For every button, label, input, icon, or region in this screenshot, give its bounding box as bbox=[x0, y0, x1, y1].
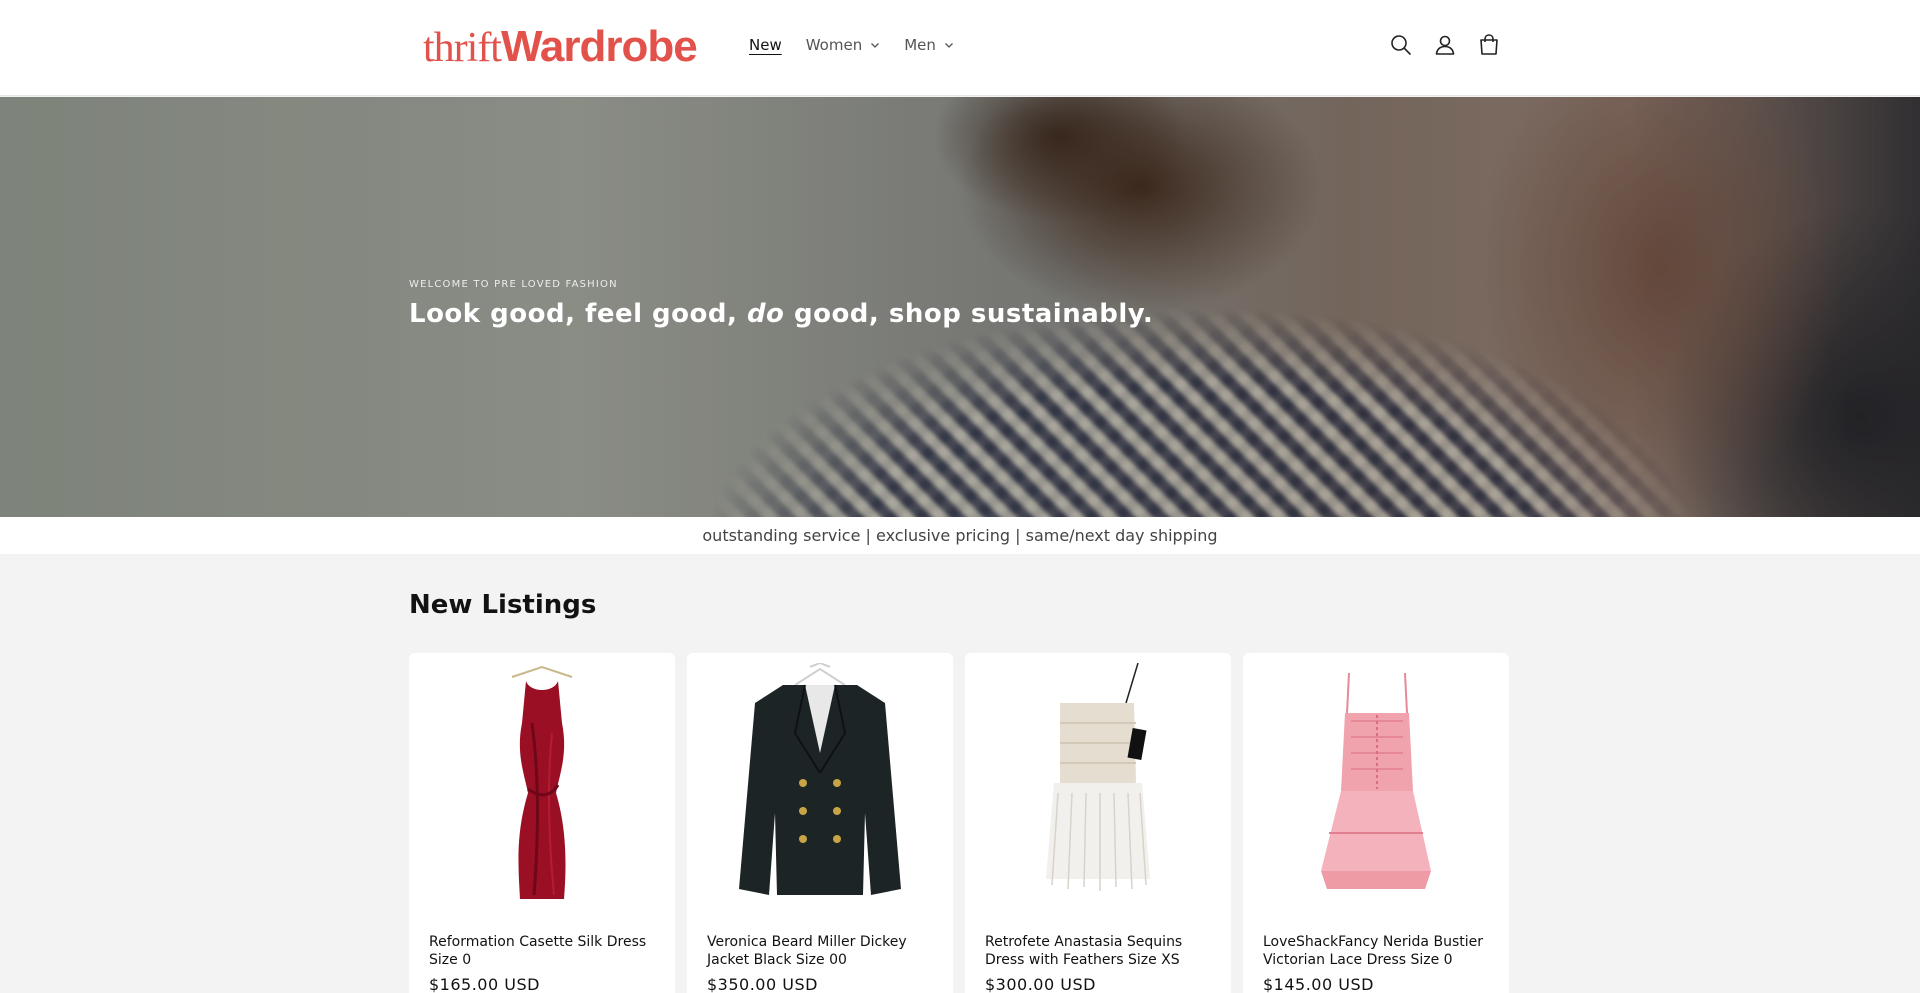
hero-title: Look good, feel good, do good, shop sust… bbox=[409, 299, 1153, 329]
product-grid: Reformation Casette Silk Dress Size 0 $1… bbox=[409, 653, 1510, 993]
product-title: Reformation Casette Silk Dress Size 0 bbox=[429, 934, 647, 968]
nav-item-new[interactable]: New bbox=[749, 36, 782, 54]
product-image bbox=[409, 663, 675, 903]
section-title: New Listings bbox=[409, 590, 597, 620]
product-price: $165.00 USD bbox=[429, 975, 540, 993]
nav-item-men[interactable]: Men bbox=[904, 36, 954, 54]
product-card[interactable]: Reformation Casette Silk Dress Size 0 $1… bbox=[409, 653, 675, 993]
hero-title-emphasis: do bbox=[746, 299, 785, 329]
nav-item-women[interactable]: Women bbox=[806, 36, 880, 54]
search-icon bbox=[1391, 35, 1411, 55]
chevron-down-icon bbox=[871, 43, 880, 48]
nav-item-label: Women bbox=[805, 36, 863, 54]
chevron-down-icon bbox=[944, 43, 953, 48]
site-header: thrift Wardrobe New Women Men bbox=[0, 0, 1920, 96]
product-title: Retrofete Anastasia Sequins Dress with F… bbox=[985, 934, 1183, 968]
account-button[interactable] bbox=[1434, 33, 1456, 57]
product-image bbox=[687, 663, 953, 903]
announcement-bar: outstanding service | exclusive pricing … bbox=[0, 517, 1920, 554]
product-title: Veronica Beard Miller Dickey Jacket Blac… bbox=[707, 934, 907, 968]
product-price: $145.00 USD bbox=[1263, 975, 1374, 993]
cart-icon bbox=[1480, 34, 1498, 55]
site-logo[interactable]: thrift Wardrobe bbox=[423, 22, 698, 72]
hero-title-start: Look good, feel good, bbox=[409, 299, 747, 329]
product-price: $300.00 USD bbox=[985, 975, 1096, 993]
cart-button[interactable] bbox=[1478, 33, 1500, 57]
product-image bbox=[965, 663, 1231, 903]
product-title: LoveShackFancy Nerida Bustier Victorian … bbox=[1263, 934, 1483, 968]
hero-banner: WELCOME TO PRE LOVED FASHION Look good, … bbox=[0, 97, 1920, 517]
announcement-text: outstanding service | exclusive pricing … bbox=[702, 526, 1218, 545]
hero-title-end: good, shop sustainably. bbox=[784, 299, 1154, 329]
main-nav: New Women Men bbox=[749, 36, 954, 54]
logo-text-wardrobe: Wardrobe bbox=[500, 22, 698, 71]
hero-kicker: WELCOME TO PRE LOVED FASHION bbox=[409, 279, 618, 290]
nav-item-label: New bbox=[749, 36, 782, 54]
product-image bbox=[1243, 663, 1509, 903]
product-card[interactable]: Retrofete Anastasia Sequins Dress with F… bbox=[965, 653, 1231, 993]
account-icon bbox=[1435, 35, 1455, 55]
search-button[interactable] bbox=[1390, 33, 1412, 57]
product-card[interactable]: Veronica Beard Miller Dickey Jacket Blac… bbox=[687, 653, 953, 993]
product-price: $350.00 USD bbox=[707, 975, 818, 993]
header-icons bbox=[1390, 33, 1500, 57]
logo-text-thrift: thrift bbox=[423, 25, 502, 71]
nav-item-label: Men bbox=[904, 36, 936, 54]
product-card[interactable]: LoveShackFancy Nerida Bustier Victorian … bbox=[1243, 653, 1509, 993]
